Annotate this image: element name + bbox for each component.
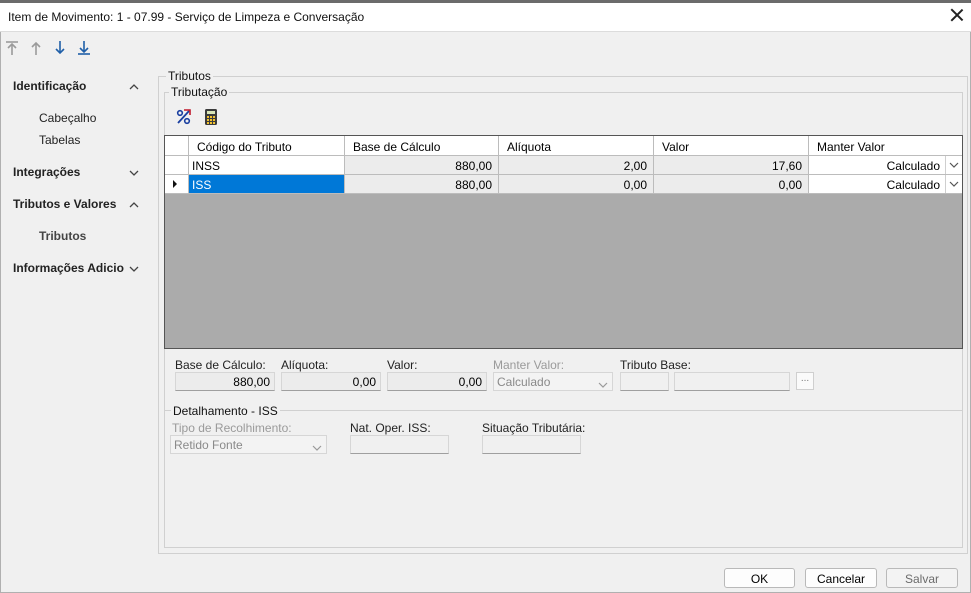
valor-field[interactable]: 0,00 <box>387 372 487 391</box>
recalculate-tax-icon[interactable] <box>175 108 193 126</box>
cell-valor[interactable]: 17,60 <box>653 156 808 174</box>
sidebar-item-cabecalho[interactable]: Cabeçalho <box>39 111 96 125</box>
grid-header: Código do Tributo Base de Cálculo Alíquo… <box>165 136 962 156</box>
first-record-icon[interactable] <box>5 40 21 58</box>
chevron-down-icon <box>312 441 322 451</box>
cell-aliquota[interactable]: 0,00 <box>498 175 653 193</box>
iss-detail-title: Detalhamento - ISS <box>171 404 280 418</box>
ok-button[interactable]: OK <box>724 568 795 588</box>
last-record-icon[interactable] <box>77 40 93 58</box>
close-icon[interactable] <box>950 8 964 22</box>
chevron-up-icon[interactable] <box>128 199 140 209</box>
situacao-tributaria-label: Situação Tributária: <box>482 421 586 435</box>
table-row[interactable]: ISS 880,00 0,00 0,00 Calculado <box>165 175 962 194</box>
calculator-icon[interactable] <box>203 108 219 126</box>
situacao-tributaria-field[interactable] <box>482 435 581 454</box>
chevron-down-icon[interactable] <box>945 156 962 174</box>
valor-label: Valor: <box>387 358 418 372</box>
cell-manter-text: Calculado <box>886 178 940 192</box>
column-header-codigo[interactable]: Código do Tributo <box>188 136 344 156</box>
cell-manter-text: Calculado <box>886 159 940 173</box>
base-calculo-field[interactable]: 880,00 <box>175 372 275 391</box>
chevron-down-icon[interactable] <box>128 263 140 273</box>
tipo-recolhimento-select[interactable]: Retido Fonte <box>170 435 327 454</box>
tipo-recolhimento-text: Retido Fonte <box>174 438 243 452</box>
cell-manter-valor[interactable]: Calculado <box>808 156 962 174</box>
manter-valor-label: Manter Valor: <box>493 358 565 372</box>
chevron-up-icon[interactable] <box>128 81 140 91</box>
cell-manter-valor[interactable]: Calculado <box>808 175 962 193</box>
cell-valor[interactable]: 0,00 <box>653 175 808 193</box>
table-row[interactable]: INSS 880,00 2,00 17,60 Calculado <box>165 156 962 175</box>
tributos-group-title: Tributos <box>166 69 213 83</box>
aliquota-label: Alíquota: <box>281 358 329 372</box>
current-row-icon <box>165 175 188 193</box>
tributos-grid[interactable]: Código do Tributo Base de Cálculo Alíquo… <box>164 135 963 349</box>
manter-valor-text: Calculado <box>497 375 551 389</box>
save-button[interactable]: Salvar <box>886 568 958 588</box>
manter-valor-select[interactable]: Calculado <box>493 372 613 391</box>
nav-section-tributos-valores[interactable]: Tributos e Valores <box>13 197 116 211</box>
column-header-aliquota[interactable]: Alíquota <box>498 136 653 156</box>
nat-oper-iss-label: Nat. Oper. ISS: <box>350 421 431 435</box>
tributacao-group-title: Tributação <box>169 85 230 99</box>
column-header-valor[interactable]: Valor <box>653 136 808 156</box>
next-record-icon[interactable] <box>53 40 69 58</box>
cell-base[interactable]: 880,00 <box>344 175 498 193</box>
nav-section-integracoes[interactable]: Integrações <box>13 165 80 179</box>
chevron-down-icon[interactable] <box>128 167 140 177</box>
tributo-base-code-field[interactable] <box>620 372 669 391</box>
tributo-base-label: Tributo Base: <box>620 358 691 372</box>
cell-codigo[interactable]: ISS <box>188 175 344 193</box>
chevron-down-icon[interactable] <box>945 175 962 193</box>
previous-record-icon[interactable] <box>29 40 45 58</box>
nat-oper-iss-field[interactable] <box>350 435 449 454</box>
cancel-button[interactable]: Cancelar <box>805 568 877 588</box>
column-header-base[interactable]: Base de Cálculo <box>344 136 498 156</box>
nav-section-identificacao[interactable]: Identificação <box>13 79 86 93</box>
window-title: Item de Movimento: 1 - 07.99 - Serviço d… <box>8 10 365 24</box>
sidebar-item-tributos[interactable]: Tributos <box>39 229 86 243</box>
chevron-down-icon <box>598 378 608 388</box>
base-calculo-label: Base de Cálculo: <box>175 358 266 372</box>
nav-section-informacoes-adicionais[interactable]: Informações Adicio <box>13 261 124 275</box>
tributo-base-description-field <box>674 372 790 391</box>
cell-base[interactable]: 880,00 <box>344 156 498 174</box>
tipo-recolhimento-label: Tipo de Recolhimento: <box>172 421 292 435</box>
tributo-base-lookup-button[interactable]: ... <box>796 372 814 390</box>
cell-codigo[interactable]: INSS <box>188 156 344 174</box>
aliquota-field[interactable]: 0,00 <box>281 372 381 391</box>
sidebar-item-tabelas[interactable]: Tabelas <box>39 133 80 147</box>
cell-aliquota[interactable]: 2,00 <box>498 156 653 174</box>
column-header-manter[interactable]: Manter Valor <box>808 136 962 156</box>
row-indicator <box>165 156 188 174</box>
